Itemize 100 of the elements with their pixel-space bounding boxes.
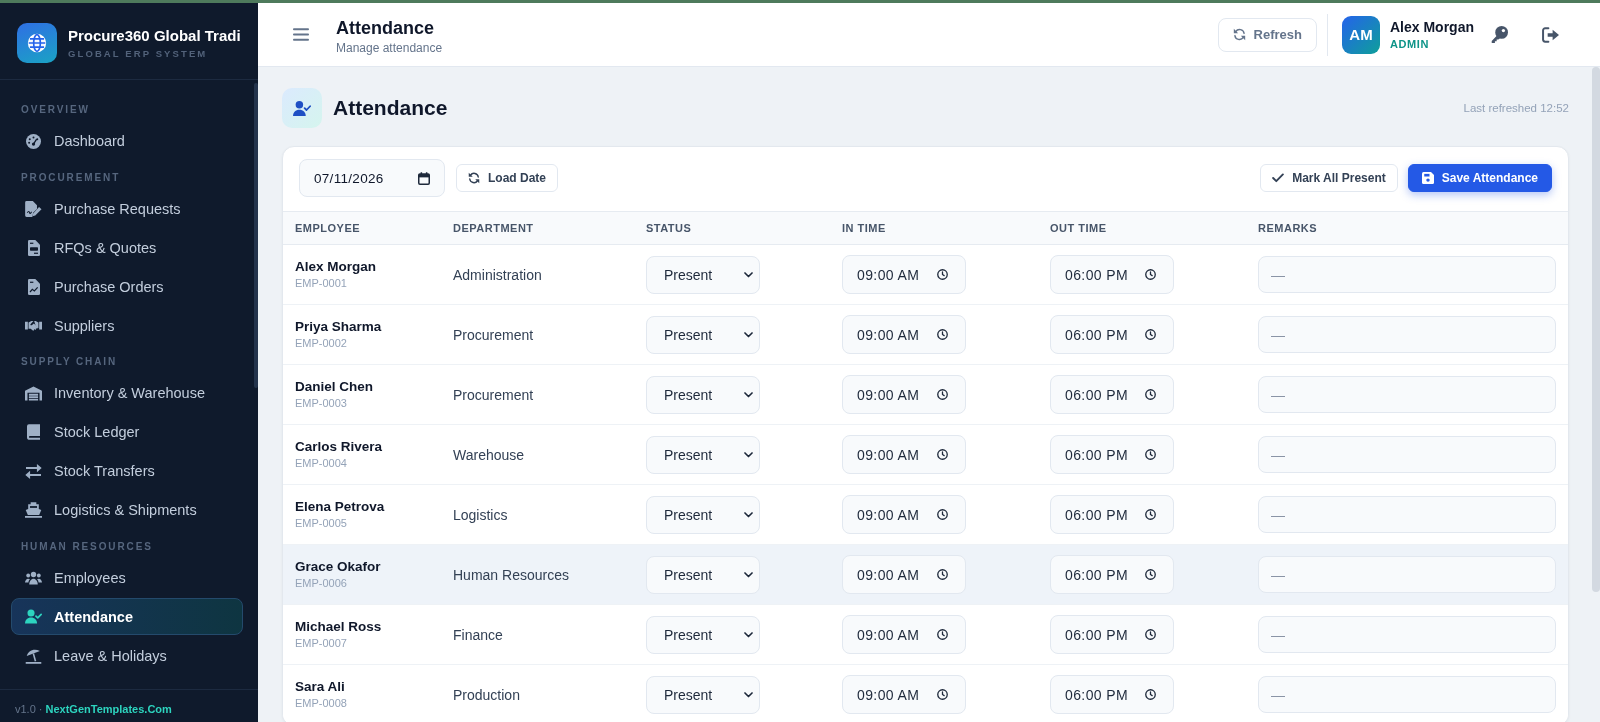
check-icon xyxy=(1272,173,1285,183)
sidebar-item[interactable]: Inventory & Warehouse xyxy=(11,374,243,412)
out-time-field[interactable]: 06:00 PM xyxy=(1050,495,1174,534)
scrollbar-thumb[interactable] xyxy=(1592,67,1600,592)
chevron-down-icon xyxy=(744,271,753,278)
out-time-field[interactable]: 06:00 PM xyxy=(1050,555,1174,594)
in-time-field[interactable]: 09:00 AM xyxy=(842,615,966,654)
employee-name: Carlos Rivera xyxy=(295,439,383,455)
department-name: Logistics xyxy=(453,506,508,523)
section-label: SUPPLY CHAIN xyxy=(21,356,118,368)
section-label: OVERVIEW xyxy=(21,104,90,116)
column-header: DEPARTMENT xyxy=(453,222,534,234)
sidebar-item[interactable]: Leave & Holidays xyxy=(11,637,243,674)
clock-icon xyxy=(1145,449,1156,460)
out-time-field[interactable]: 06:00 PM xyxy=(1050,255,1174,294)
last-refreshed-text: Last refreshed 12:52 xyxy=(1463,102,1569,114)
employee-name: Priya Sharma xyxy=(295,319,382,335)
out-time-field[interactable]: 06:00 PM xyxy=(1050,615,1174,654)
calendar-icon xyxy=(418,171,430,185)
clock-icon xyxy=(937,629,948,640)
clock-icon xyxy=(1145,389,1156,400)
out-time-field[interactable]: 06:00 PM xyxy=(1050,375,1174,414)
remarks-field[interactable]: — xyxy=(1258,256,1556,293)
status-select[interactable]: Present xyxy=(646,375,760,414)
clock-icon xyxy=(937,269,948,280)
sidebar-item[interactable]: Suppliers xyxy=(11,307,243,344)
user-role: ADMIN xyxy=(1390,37,1431,51)
save-attendance-button[interactable]: Save Attendance xyxy=(1407,164,1552,192)
version-text: v1.0 · xyxy=(15,703,43,715)
status-select[interactable]: Present xyxy=(646,255,760,294)
department-name: Procurement xyxy=(453,326,534,343)
in-time-field[interactable]: 09:00 AM xyxy=(842,255,966,294)
employee-id: EMP-0004 xyxy=(295,457,347,470)
out-time-field[interactable]: 06:00 PM xyxy=(1050,435,1174,474)
clock-icon xyxy=(937,689,948,700)
remarks-field[interactable]: — xyxy=(1258,676,1556,713)
clock-icon xyxy=(937,569,948,580)
status-select[interactable]: Present xyxy=(646,615,760,654)
out-time-field[interactable]: 06:00 PM xyxy=(1050,675,1174,714)
footer-link[interactable]: NextGenTemplates.Com xyxy=(45,703,172,715)
sidebar-item[interactable]: Stock Ledger xyxy=(11,413,243,451)
sidebar-item[interactable]: Logistics & Shipments xyxy=(11,491,243,529)
remarks-field[interactable]: — xyxy=(1258,496,1556,533)
sidebar-item[interactable]: Stock Transfers xyxy=(11,452,243,490)
mark-all-present-button[interactable]: Mark All Present xyxy=(1260,164,1398,192)
status-select[interactable]: Present xyxy=(646,555,760,594)
sidebar-item[interactable]: Employees xyxy=(11,559,243,596)
refresh-icon xyxy=(468,172,480,184)
department-name: Finance xyxy=(453,626,503,643)
employee-id: EMP-0006 xyxy=(295,577,347,590)
status-select[interactable]: Present xyxy=(646,495,760,534)
remarks-field[interactable]: — xyxy=(1258,376,1556,413)
document-icon xyxy=(27,239,40,256)
sidebar-item[interactable]: Purchase Orders xyxy=(11,268,243,305)
scrollbar-thumb[interactable] xyxy=(254,83,258,388)
in-time-field[interactable]: 09:00 AM xyxy=(842,675,966,714)
beach-umbrella-icon xyxy=(25,647,42,664)
column-header: EMPLOYEE xyxy=(295,222,361,234)
remarks-field[interactable]: — xyxy=(1258,316,1556,353)
status-select[interactable]: Present xyxy=(646,675,760,714)
clock-icon xyxy=(1145,689,1156,700)
sidebar-item[interactable]: Attendance xyxy=(11,598,243,635)
in-time-field[interactable]: 09:00 AM xyxy=(842,435,966,474)
remarks-field[interactable]: — xyxy=(1258,556,1556,593)
sidebar-item[interactable]: Dashboard xyxy=(11,122,243,160)
employee-name: Daniel Chen xyxy=(295,379,373,395)
chevron-down-icon xyxy=(744,571,753,578)
in-time-field[interactable]: 09:00 AM xyxy=(842,495,966,534)
department-name: Warehouse xyxy=(453,446,525,463)
in-time-field[interactable]: 09:00 AM xyxy=(842,375,966,414)
status-select[interactable]: Present xyxy=(646,435,760,474)
sidebar-item[interactable]: Purchase Requests xyxy=(11,190,243,227)
clock-icon xyxy=(1145,329,1156,340)
remarks-field[interactable]: — xyxy=(1258,616,1556,653)
menu-icon xyxy=(293,28,309,41)
book-icon xyxy=(27,424,40,440)
in-time-field[interactable]: 09:00 AM xyxy=(842,315,966,354)
chevron-down-icon xyxy=(744,511,753,518)
user-check-icon xyxy=(25,609,42,624)
globe-icon xyxy=(17,23,57,63)
chevron-down-icon xyxy=(744,631,753,638)
remarks-field[interactable]: — xyxy=(1258,436,1556,473)
chevron-down-icon xyxy=(744,451,753,458)
users-icon xyxy=(25,570,42,585)
department-name: Procurement xyxy=(453,386,534,403)
out-time-field[interactable]: 06:00 PM xyxy=(1050,315,1174,354)
refresh-icon xyxy=(1232,28,1246,41)
load-date-button[interactable]: Load Date xyxy=(456,164,558,192)
section-label: HUMAN RESOURCES xyxy=(21,540,153,553)
user-avatar[interactable]: AM xyxy=(1342,15,1380,54)
sidebar-item[interactable]: RFQs & Quotes xyxy=(11,229,243,266)
refresh-button[interactable]: Refresh xyxy=(1217,17,1317,52)
department-name: Human Resources xyxy=(453,566,569,583)
status-select[interactable]: Present xyxy=(646,315,760,354)
in-time-field[interactable]: 09:00 AM xyxy=(842,555,966,594)
user-check-icon xyxy=(282,88,322,128)
employee-name: Elena Petrova xyxy=(295,499,385,515)
employee-id: EMP-0005 xyxy=(295,517,347,530)
date-field[interactable]: 07/11/2026 xyxy=(299,159,445,197)
handshake-icon xyxy=(25,319,42,332)
